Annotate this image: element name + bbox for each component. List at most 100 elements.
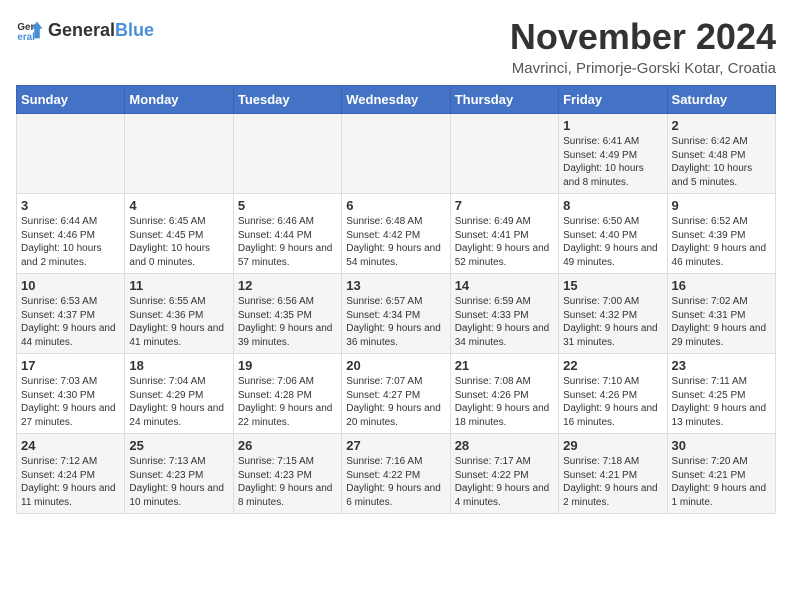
cell-info: Sunrise: 7:10 AMSunset: 4:26 PMDaylight:…	[563, 375, 662, 429]
week-row-3: 17 Sunrise: 7:03 AMSunset: 4:30 PMDayligh…	[17, 354, 776, 434]
cell-info: Sunrise: 6:48 AMSunset: 4:42 PMDaylight:…	[346, 215, 445, 269]
weekday-header-tuesday: Tuesday	[233, 86, 341, 114]
day-number: 27	[346, 438, 445, 453]
day-number: 12	[238, 278, 337, 293]
calendar-cell-w4d1: 25 Sunrise: 7:13 AMSunset: 4:23 PMDayligh…	[125, 434, 233, 514]
calendar-cell-w0d4	[450, 114, 558, 194]
day-number: 23	[672, 358, 771, 373]
cell-info: Sunrise: 7:12 AMSunset: 4:24 PMDaylight:…	[21, 455, 120, 509]
day-number: 22	[563, 358, 662, 373]
cell-info: Sunrise: 7:07 AMSunset: 4:27 PMDaylight:…	[346, 375, 445, 429]
day-number: 10	[21, 278, 120, 293]
cell-info: Sunrise: 7:00 AMSunset: 4:32 PMDaylight:…	[563, 295, 662, 349]
weekday-header-monday: Monday	[125, 86, 233, 114]
location-title: Mavrinci, Primorje-Gorski Kotar, Croatia	[510, 60, 776, 77]
weekday-header-friday: Friday	[559, 86, 667, 114]
calendar-cell-w0d0	[17, 114, 125, 194]
cell-info: Sunrise: 6:53 AMSunset: 4:37 PMDaylight:…	[21, 295, 120, 349]
cell-info: Sunrise: 6:59 AMSunset: 4:33 PMDaylight:…	[455, 295, 554, 349]
calendar-cell-w4d2: 26 Sunrise: 7:15 AMSunset: 4:23 PMDayligh…	[233, 434, 341, 514]
day-number: 18	[129, 358, 228, 373]
weekday-header-wednesday: Wednesday	[342, 86, 450, 114]
day-number: 2	[672, 118, 771, 133]
calendar-cell-w1d4: 7 Sunrise: 6:49 AMSunset: 4:41 PMDaylight…	[450, 194, 558, 274]
cell-info: Sunrise: 6:56 AMSunset: 4:35 PMDaylight:…	[238, 295, 337, 349]
cell-info: Sunrise: 7:16 AMSunset: 4:22 PMDaylight:…	[346, 455, 445, 509]
day-number: 19	[238, 358, 337, 373]
day-number: 26	[238, 438, 337, 453]
cell-info: Sunrise: 6:46 AMSunset: 4:44 PMDaylight:…	[238, 215, 337, 269]
calendar-cell-w3d2: 19 Sunrise: 7:06 AMSunset: 4:28 PMDayligh…	[233, 354, 341, 434]
cell-info: Sunrise: 6:55 AMSunset: 4:36 PMDaylight:…	[129, 295, 228, 349]
calendar-cell-w2d4: 14Sunrise: 6:59 AMSunset: 4:33 PMDayligh…	[450, 274, 558, 354]
weekday-header-row: SundayMondayTuesdayWednesdayThursdayFrid…	[17, 86, 776, 114]
cell-info: Sunrise: 7:15 AMSunset: 4:23 PMDaylight:…	[238, 455, 337, 509]
calendar-cell-w1d6: 9Sunrise: 6:52 AMSunset: 4:39 PMDaylight…	[667, 194, 775, 274]
calendar-cell-w0d6: 2 Sunrise: 6:42 AMSunset: 4:48 PMDaylight…	[667, 114, 775, 194]
week-row-4: 24 Sunrise: 7:12 AMSunset: 4:24 PMDayligh…	[17, 434, 776, 514]
calendar-cell-w2d0: 10 Sunrise: 6:53 AMSunset: 4:37 PMDayligh…	[17, 274, 125, 354]
cell-info: Sunrise: 7:13 AMSunset: 4:23 PMDaylight:…	[129, 455, 228, 509]
calendar-cell-w0d3	[342, 114, 450, 194]
logo-text-general: General	[48, 20, 115, 41]
calendar-cell-w1d3: 6Sunrise: 6:48 AMSunset: 4:42 PMDaylight…	[342, 194, 450, 274]
day-number: 30	[672, 438, 771, 453]
logo: Gen eral General Blue	[16, 16, 154, 44]
calendar-cell-w4d6: 30 Sunrise: 7:20 AMSunset: 4:21 PMDayligh…	[667, 434, 775, 514]
cell-info: Sunrise: 6:52 AMSunset: 4:39 PMDaylight:…	[672, 215, 771, 269]
logo-icon: Gen eral	[16, 16, 44, 44]
day-number: 20	[346, 358, 445, 373]
calendar-cell-w4d5: 29 Sunrise: 7:18 AMSunset: 4:21 PMDayligh…	[559, 434, 667, 514]
calendar-cell-w2d3: 13Sunrise: 6:57 AMSunset: 4:34 PMDayligh…	[342, 274, 450, 354]
calendar-cell-w0d5: 1Sunrise: 6:41 AMSunset: 4:49 PMDaylight…	[559, 114, 667, 194]
calendar-cell-w3d1: 18Sunrise: 7:04 AMSunset: 4:29 PMDayligh…	[125, 354, 233, 434]
week-row-1: 3 Sunrise: 6:44 AMSunset: 4:46 PMDaylight…	[17, 194, 776, 274]
calendar-cell-w1d5: 8 Sunrise: 6:50 AMSunset: 4:40 PMDaylight…	[559, 194, 667, 274]
calendar-table: SundayMondayTuesdayWednesdayThursdayFrid…	[16, 85, 776, 514]
day-number: 24	[21, 438, 120, 453]
week-row-2: 10 Sunrise: 6:53 AMSunset: 4:37 PMDayligh…	[17, 274, 776, 354]
calendar-cell-w3d3: 20 Sunrise: 7:07 AMSunset: 4:27 PMDayligh…	[342, 354, 450, 434]
cell-info: Sunrise: 7:18 AMSunset: 4:21 PMDaylight:…	[563, 455, 662, 509]
cell-info: Sunrise: 7:17 AMSunset: 4:22 PMDaylight:…	[455, 455, 554, 509]
calendar-cell-w2d1: 11Sunrise: 6:55 AMSunset: 4:36 PMDayligh…	[125, 274, 233, 354]
day-number: 21	[455, 358, 554, 373]
calendar-cell-w3d6: 23 Sunrise: 7:11 AMSunset: 4:25 PMDayligh…	[667, 354, 775, 434]
svg-text:eral: eral	[17, 32, 35, 43]
cell-info: Sunrise: 7:11 AMSunset: 4:25 PMDaylight:…	[672, 375, 771, 429]
calendar-cell-w4d0: 24 Sunrise: 7:12 AMSunset: 4:24 PMDayligh…	[17, 434, 125, 514]
calendar-cell-w4d4: 28 Sunrise: 7:17 AMSunset: 4:22 PMDayligh…	[450, 434, 558, 514]
calendar-cell-w4d3: 27 Sunrise: 7:16 AMSunset: 4:22 PMDayligh…	[342, 434, 450, 514]
cell-info: Sunrise: 7:08 AMSunset: 4:26 PMDaylight:…	[455, 375, 554, 429]
calendar-cell-w2d2: 12 Sunrise: 6:56 AMSunset: 4:35 PMDayligh…	[233, 274, 341, 354]
calendar-cell-w2d6: 16 Sunrise: 7:02 AMSunset: 4:31 PMDayligh…	[667, 274, 775, 354]
day-number: 28	[455, 438, 554, 453]
day-number: 7	[455, 198, 554, 213]
day-number: 16	[672, 278, 771, 293]
week-row-0: 1Sunrise: 6:41 AMSunset: 4:49 PMDaylight…	[17, 114, 776, 194]
calendar-cell-w3d0: 17 Sunrise: 7:03 AMSunset: 4:30 PMDayligh…	[17, 354, 125, 434]
cell-info: Sunrise: 7:06 AMSunset: 4:28 PMDaylight:…	[238, 375, 337, 429]
cell-info: Sunrise: 7:03 AMSunset: 4:30 PMDaylight:…	[21, 375, 120, 429]
day-number: 17	[21, 358, 120, 373]
day-number: 4	[129, 198, 228, 213]
day-number: 3	[21, 198, 120, 213]
day-number: 13	[346, 278, 445, 293]
calendar-cell-w0d1	[125, 114, 233, 194]
day-number: 15	[563, 278, 662, 293]
cell-info: Sunrise: 6:44 AMSunset: 4:46 PMDaylight:…	[21, 215, 120, 269]
day-number: 29	[563, 438, 662, 453]
title-section: November 2024 Mavrinci, Primorje-Gorski …	[510, 16, 776, 77]
cell-info: Sunrise: 6:50 AMSunset: 4:40 PMDaylight:…	[563, 215, 662, 269]
cell-info: Sunrise: 6:42 AMSunset: 4:48 PMDaylight:…	[672, 135, 771, 189]
calendar-cell-w1d2: 5 Sunrise: 6:46 AMSunset: 4:44 PMDaylight…	[233, 194, 341, 274]
day-number: 8	[563, 198, 662, 213]
cell-info: Sunrise: 7:20 AMSunset: 4:21 PMDaylight:…	[672, 455, 771, 509]
day-number: 25	[129, 438, 228, 453]
cell-info: Sunrise: 6:49 AMSunset: 4:41 PMDaylight:…	[455, 215, 554, 269]
calendar-cell-w1d1: 4 Sunrise: 6:45 AMSunset: 4:45 PMDaylight…	[125, 194, 233, 274]
cell-info: Sunrise: 7:02 AMSunset: 4:31 PMDaylight:…	[672, 295, 771, 349]
logo-text-blue: Blue	[115, 20, 154, 41]
cell-info: Sunrise: 6:45 AMSunset: 4:45 PMDaylight:…	[129, 215, 228, 269]
day-number: 5	[238, 198, 337, 213]
